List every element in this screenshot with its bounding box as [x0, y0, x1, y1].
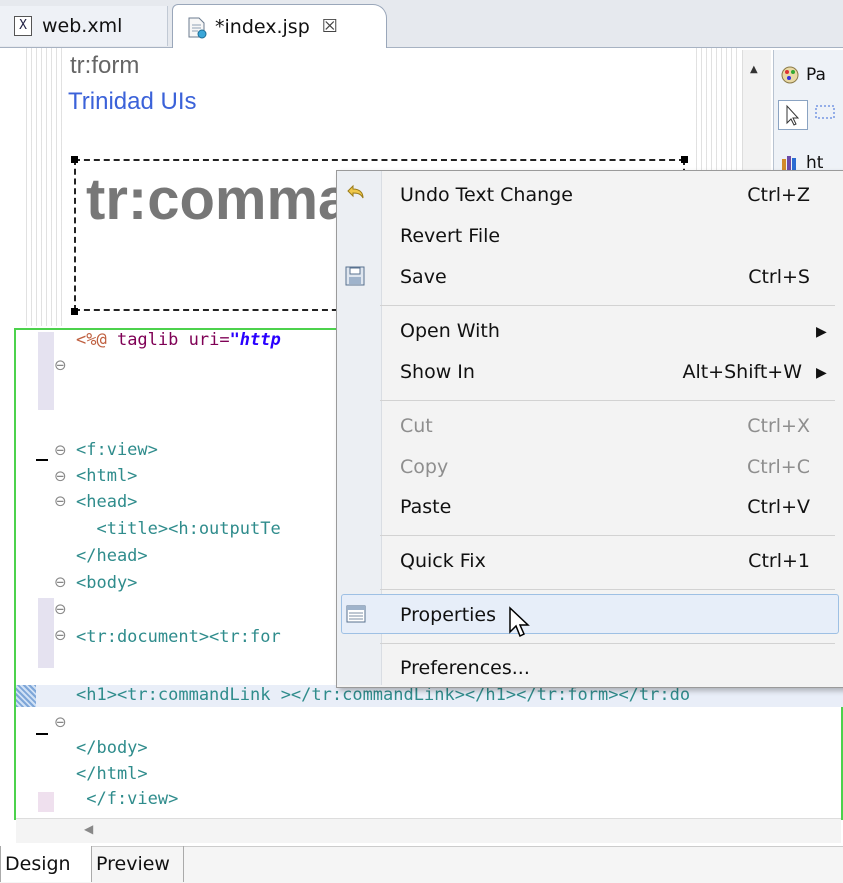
tab-web-xml[interactable]: X web.xml — [0, 6, 168, 46]
ruler-tick — [36, 733, 48, 735]
menu-item-revert-file[interactable]: Revert File — [400, 225, 500, 247]
selection-handle[interactable] — [71, 156, 78, 163]
tab-label: *index.jsp — [215, 15, 310, 38]
accelerator: Ctrl+V — [747, 496, 810, 518]
marquee-tool-button[interactable] — [812, 100, 843, 130]
xml-file-icon: X — [14, 16, 32, 36]
code-line[interactable]: <head> — [76, 492, 137, 512]
fold-toggle-icon[interactable]: ⊖ — [54, 467, 67, 485]
design-left-ruler — [22, 48, 62, 326]
menu-item-copy[interactable]: Copy — [400, 456, 448, 478]
select-tool-button[interactable] — [778, 100, 808, 130]
menu-item-quick-fix[interactable]: Quick Fix — [400, 550, 486, 572]
gutter-marker — [38, 598, 54, 668]
palette-icon — [781, 66, 799, 84]
code-line[interactable]: </body> — [76, 738, 148, 758]
fold-toggle-icon[interactable]: ⊖ — [54, 573, 67, 591]
mouse-cursor-icon — [508, 606, 534, 644]
code-line[interactable]: <body> — [76, 573, 137, 593]
tab-label: web.xml — [42, 15, 123, 37]
horizontal-scrollbar[interactable]: ◀ — [16, 818, 841, 843]
submenu-arrow-icon: ▶ — [816, 324, 827, 340]
code-token: "http — [229, 330, 281, 350]
code-line[interactable]: <%@ taglib uri="http — [76, 330, 281, 350]
code-line[interactable]: </head> — [76, 546, 148, 566]
undo-icon — [343, 182, 367, 210]
menu-separator — [380, 535, 835, 536]
code-line[interactable]: <tr:document><tr:for — [76, 627, 281, 647]
tab-preview[interactable]: Preview — [92, 846, 184, 882]
gutter-marker — [38, 792, 54, 812]
menu-separator — [380, 305, 835, 306]
code-line[interactable]: <f:view> — [76, 440, 158, 460]
selection-handle[interactable] — [681, 156, 688, 163]
menu-item-preferences[interactable]: Preferences... — [400, 657, 530, 679]
palette-header[interactable]: Pa — [780, 60, 826, 90]
code-line[interactable]: <html> — [76, 466, 137, 486]
menu-item-show-in[interactable]: Show In — [400, 361, 475, 383]
fold-toggle-icon[interactable]: ⊖ — [54, 492, 67, 510]
accelerator: Ctrl+X — [747, 415, 810, 437]
properties-icon — [346, 605, 366, 627]
code-line[interactable]: <title><h:outputTe — [76, 519, 280, 539]
code-line[interactable]: </f:view> — [76, 789, 178, 809]
trinidad-uis-label: Trinidad UIs — [68, 88, 197, 115]
accelerator: Ctrl+Z — [747, 184, 810, 206]
menu-separator — [380, 400, 835, 401]
close-tab-icon[interactable]: ☒ — [322, 16, 338, 37]
scroll-left-arrow-icon[interactable]: ◀ — [84, 822, 93, 836]
menu-item-cut[interactable]: Cut — [400, 415, 433, 437]
fold-toggle-icon[interactable]: ⊖ — [54, 600, 67, 618]
menu-item-undo-text-change[interactable]: Undo Text Change — [400, 184, 573, 206]
jsp-file-icon — [187, 17, 207, 38]
submenu-arrow-icon: ▶ — [816, 365, 827, 381]
menu-item-paste[interactable]: Paste — [400, 496, 451, 518]
code-line[interactable]: </html> — [76, 764, 148, 784]
menu-item-properties[interactable]: Properties — [400, 604, 496, 626]
menu-item-save[interactable]: Save — [400, 266, 447, 288]
fold-toggle-icon[interactable]: ⊖ — [54, 441, 67, 459]
save-icon — [345, 266, 365, 290]
menu-item-open-with[interactable]: Open With — [400, 320, 500, 342]
tab-index-jsp[interactable]: *index.jsp ☒ — [172, 4, 387, 48]
code-token: uri= — [188, 330, 230, 350]
accelerator: Ctrl+1 — [748, 550, 810, 572]
fold-toggle-icon[interactable]: ⊖ — [54, 713, 67, 731]
tab-design[interactable]: Design — [0, 846, 92, 882]
accelerator: Alt+Shift+W — [682, 361, 802, 383]
palette-label: Pa — [806, 65, 826, 85]
fold-toggle-icon[interactable]: ⊖ — [54, 356, 67, 374]
pointer-icon — [786, 104, 800, 126]
form-tag-label: tr:form — [70, 52, 140, 79]
code-line-current[interactable]: <h1><tr:commandLink ></tr:commandLink></… — [76, 685, 690, 705]
marquee-icon — [815, 105, 835, 119]
menu-separator — [380, 589, 835, 590]
gutter-marker — [38, 332, 54, 410]
change-marker — [16, 685, 36, 707]
code-token: <%@ — [76, 330, 117, 350]
accelerator: Ctrl+C — [747, 456, 810, 478]
selection-handle[interactable] — [71, 308, 78, 315]
fold-toggle-icon[interactable]: ⊖ — [54, 626, 67, 644]
ruler-tick — [36, 459, 48, 461]
accelerator: Ctrl+S — [748, 266, 810, 288]
code-token: taglib — [116, 330, 189, 350]
command-link-preview-text: tr:comma — [86, 167, 351, 232]
menu-separator — [380, 643, 835, 644]
scroll-up-arrow-icon[interactable]: ▲ — [750, 64, 758, 75]
